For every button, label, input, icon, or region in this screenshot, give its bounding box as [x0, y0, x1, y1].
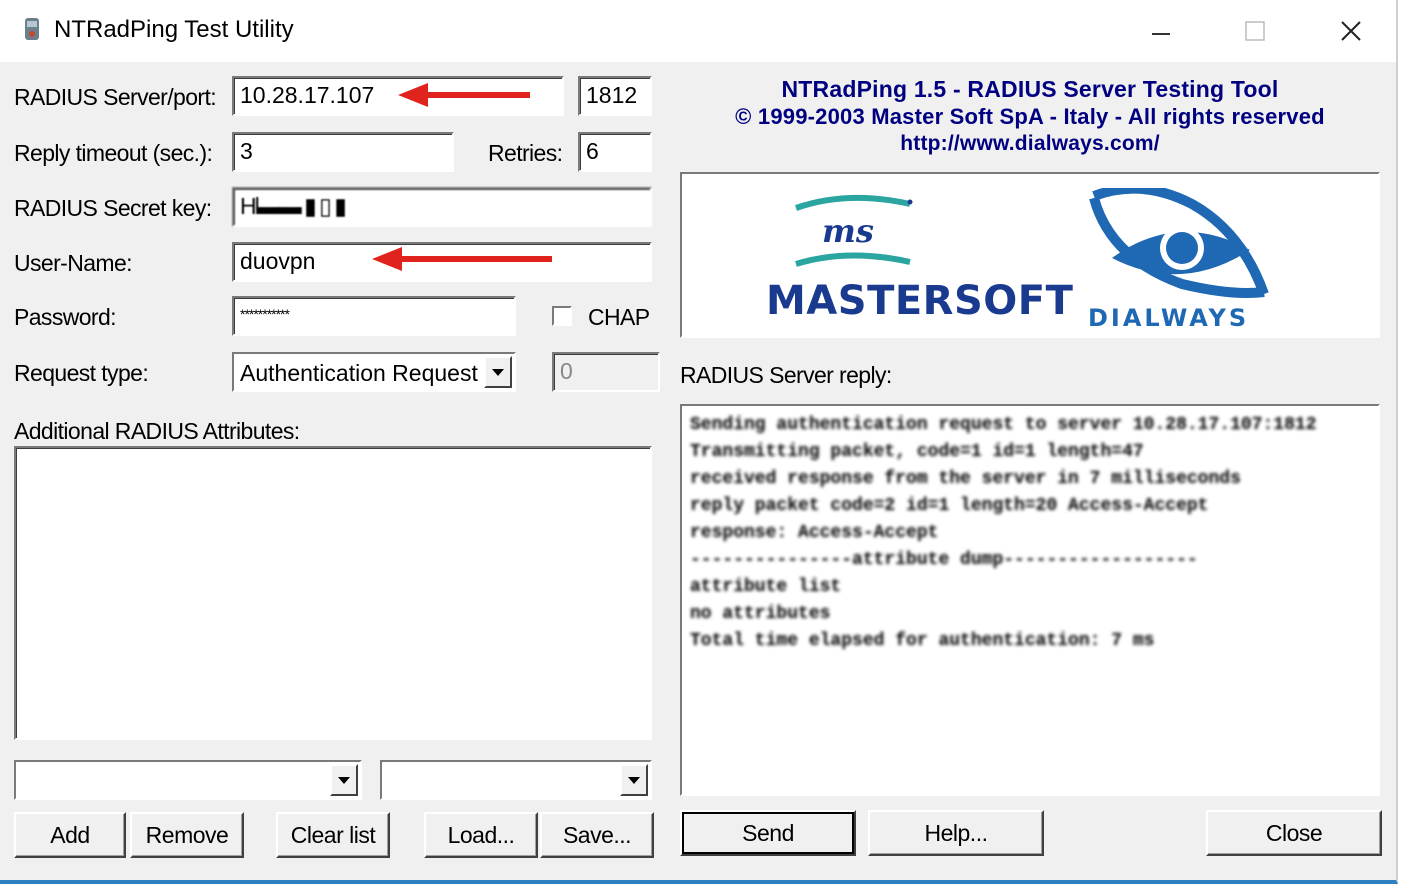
close-button[interactable]: Close	[1206, 810, 1382, 856]
banner-title: NTRadPing 1.5 - RADIUS Server Testing To…	[781, 76, 1279, 102]
password-label: Password:	[14, 304, 117, 330]
minimize-button[interactable]	[1116, 8, 1206, 54]
attribute-name-select[interactable]	[14, 760, 362, 800]
reply-line: ---------------attribute dump-----------…	[690, 550, 1198, 570]
request-id-input: 0	[552, 352, 660, 392]
close-icon	[1341, 21, 1361, 41]
timeout-label: Reply timeout (sec.):	[14, 140, 213, 166]
clear-list-button[interactable]: Clear list	[276, 812, 390, 858]
dialways-eye-logo	[1089, 188, 1269, 298]
send-button[interactable]: Send	[680, 810, 856, 856]
reply-line: Total time elapsed for authentication: 7…	[690, 631, 1155, 651]
mastersoft-ms-text: ms	[822, 212, 874, 250]
reply-line: attribute list	[690, 577, 842, 597]
close-window-button[interactable]	[1306, 8, 1396, 54]
maximize-button[interactable]	[1210, 8, 1300, 54]
ntradping-window: NTRadPing Test Utility RADIUS Server/por…	[0, 0, 1398, 884]
banner-url[interactable]: http://www.dialways.com/	[680, 132, 1380, 156]
remove-attribute-button[interactable]: Remove	[130, 812, 244, 858]
attribute-value-dropdown-button[interactable]	[620, 764, 648, 796]
username-label: User-Name:	[14, 250, 133, 276]
timeout-input[interactable]: 3	[232, 132, 454, 172]
help-button[interactable]: Help...	[868, 810, 1044, 856]
window-title: NTRadPing Test Utility	[54, 16, 294, 43]
reply-line: received response from the server in 7 m…	[690, 469, 1241, 489]
server-reply-label: RADIUS Server reply:	[680, 362, 892, 388]
save-button[interactable]: Save...	[540, 812, 654, 858]
minimize-icon	[1152, 33, 1170, 35]
reply-line: Transmitting packet, code=1 id=1 length=…	[690, 442, 1144, 462]
chevron-down-icon	[628, 776, 640, 784]
chevron-down-icon	[492, 368, 504, 376]
server-port-label: RADIUS Server/port:	[14, 84, 217, 110]
retries-input[interactable]: 6	[578, 132, 652, 172]
server-reply-output[interactable]: Sending authentication request to server…	[680, 404, 1380, 796]
attributes-list[interactable]	[14, 446, 652, 740]
app-icon	[25, 18, 39, 40]
reply-line: Sending authentication request to server…	[690, 415, 1317, 435]
chevron-down-icon	[338, 776, 350, 784]
annotation-arrow-server	[398, 83, 530, 107]
additional-attributes-label: Additional RADIUS Attributes:	[14, 418, 300, 444]
load-button[interactable]: Load...	[424, 812, 538, 858]
banner-copyright: © 1999-2003 Master Soft SpA - Italy - Al…	[735, 104, 1325, 129]
secret-key-input[interactable]: Hl▬▬ ▮ ▯ ▮	[232, 187, 652, 227]
title-bar[interactable]: NTRadPing Test Utility	[0, 0, 1396, 62]
reply-line: no attributes	[690, 604, 831, 624]
retries-label: Retries:	[488, 140, 563, 166]
port-input[interactable]: 1812	[578, 76, 652, 116]
attribute-value-select[interactable]	[380, 760, 652, 800]
dialways-wordmark: DIALWAYS	[1088, 304, 1250, 332]
chap-checkbox[interactable]	[552, 306, 572, 326]
request-type-label: Request type:	[14, 360, 149, 386]
maximize-icon	[1245, 21, 1265, 41]
reply-line: response: Access-Accept	[690, 523, 939, 543]
annotation-arrow-username	[372, 247, 552, 271]
secret-key-label: RADIUS Secret key:	[14, 195, 212, 221]
chap-label: CHAP	[588, 304, 650, 330]
mastersoft-wordmark: MASTERSOFT	[766, 278, 1074, 324]
request-type-value: Authentication Request	[240, 360, 478, 386]
request-type-dropdown-button[interactable]	[484, 356, 512, 388]
password-input[interactable]: ***********	[232, 296, 516, 336]
request-type-select[interactable]: Authentication Request	[232, 352, 516, 392]
attribute-name-dropdown-button[interactable]	[330, 764, 358, 796]
add-attribute-button[interactable]: Add	[14, 812, 126, 858]
logo-panel: ms MASTERSOFT DIALWAYS	[680, 172, 1380, 338]
reply-line: reply packet code=2 id=1 length=20 Acces…	[690, 496, 1209, 516]
